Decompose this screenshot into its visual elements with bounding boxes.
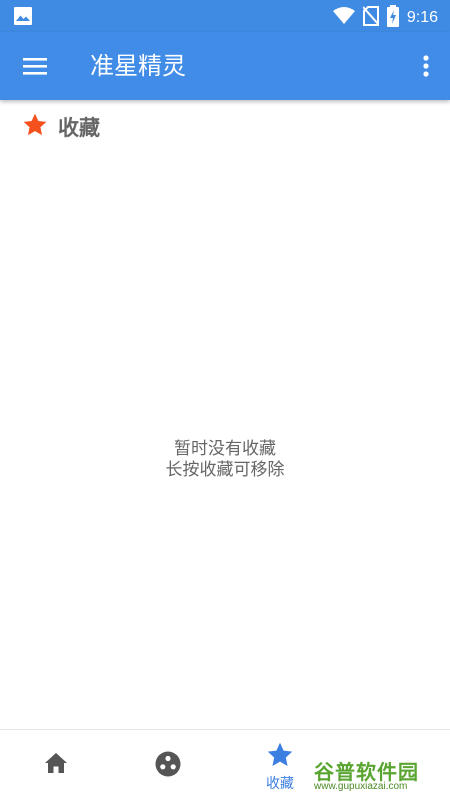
app-bar: 准星精灵: [0, 32, 450, 100]
empty-state-line2: 长按收藏可移除: [165, 460, 285, 480]
more-vert-icon[interactable]: [418, 50, 434, 82]
discover-icon: [155, 751, 181, 781]
battery-charging-icon: [386, 5, 399, 31]
hamburger-menu-icon[interactable]: [18, 50, 52, 82]
star-icon: [266, 741, 294, 773]
app-title: 准星精灵: [90, 52, 186, 80]
nav-item-discover[interactable]: [112, 730, 224, 800]
empty-state: 暂时没有收藏 长按收藏可移除: [0, 439, 450, 481]
section-header: 收藏: [22, 110, 100, 144]
star-icon: [22, 112, 48, 142]
watermark-url: www.gupuxiazai.com: [314, 781, 408, 792]
home-icon: [44, 752, 68, 778]
section-title: 收藏: [58, 116, 100, 140]
nav-item-home[interactable]: [0, 730, 112, 800]
empty-state-line1: 暂时没有收藏: [174, 439, 276, 459]
status-bar: 9:16: [0, 0, 450, 32]
watermark-logo: 谷普软件园 www.gupuxiazai.com: [312, 754, 446, 796]
wifi-icon: [332, 7, 355, 29]
status-time: 9:16: [406, 9, 438, 26]
image-icon: [14, 7, 32, 25]
no-sim-icon: [362, 6, 380, 30]
